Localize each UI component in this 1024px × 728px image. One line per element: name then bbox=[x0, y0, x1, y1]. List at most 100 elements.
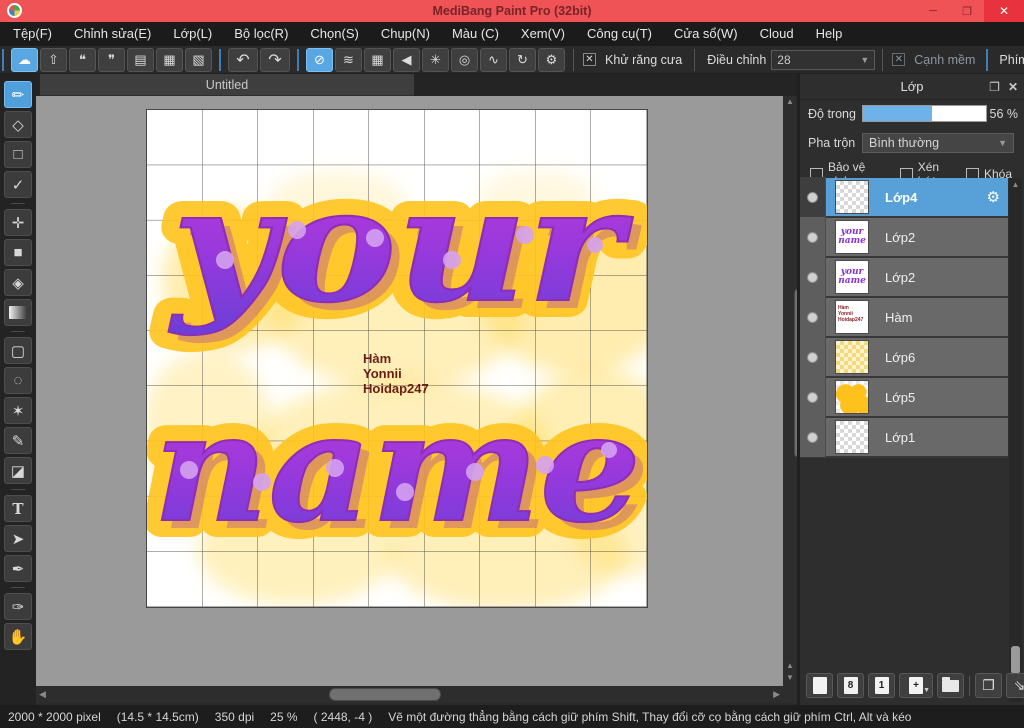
layer-visibility-cell[interactable] bbox=[800, 417, 826, 457]
menu-file[interactable]: Tệp(F) bbox=[2, 22, 63, 46]
text-tool[interactable]: T bbox=[4, 495, 32, 522]
close-icon[interactable]: ✕ bbox=[1008, 80, 1018, 94]
vertical-scrollbar[interactable]: ▲ ▲ ▼ bbox=[783, 96, 804, 686]
upload-button[interactable]: ⇧ bbox=[40, 47, 67, 72]
menu-tools[interactable]: Công cụ(T) bbox=[576, 22, 663, 46]
doc-list-button[interactable]: ▦ bbox=[156, 47, 183, 72]
maximize-button[interactable]: ❐ bbox=[950, 0, 984, 22]
layer-list-scrollbar[interactable]: ▲ ▼ bbox=[1009, 178, 1022, 702]
brush-tool[interactable]: ✏ bbox=[4, 81, 32, 108]
blend-dropdown[interactable]: Bình thường ▼ bbox=[862, 133, 1014, 153]
snap-curve-button[interactable]: ∿ bbox=[480, 47, 507, 72]
menu-layer[interactable]: Lớp(L) bbox=[162, 22, 223, 46]
footer-divider bbox=[969, 675, 970, 696]
scroll-down-icon[interactable]: ▲ bbox=[786, 660, 794, 672]
toolbar-divider bbox=[2, 48, 4, 71]
scroll-down-icon[interactable]: ▼ bbox=[786, 672, 794, 684]
snap-parallel-button[interactable]: ≋ bbox=[335, 47, 362, 72]
brush-icon: ✏ bbox=[11, 86, 25, 104]
duplicate-layer-button[interactable]: ❐ bbox=[975, 673, 1002, 698]
snap-radial-button[interactable]: ✳ bbox=[422, 47, 449, 72]
snap-concentric-button[interactable]: ◎ bbox=[451, 47, 478, 72]
comment-button[interactable]: ❞ bbox=[98, 47, 125, 72]
scroll-right-icon[interactable]: ▶ bbox=[773, 688, 780, 701]
document-tab[interactable]: Untitled bbox=[40, 74, 414, 96]
antialias-checkbox[interactable]: ✕ bbox=[583, 53, 596, 66]
select-eraser-tool[interactable]: ◪ bbox=[4, 457, 32, 484]
scroll-up-icon[interactable]: ▲ bbox=[786, 96, 794, 108]
menu-window[interactable]: Cửa sổ(W) bbox=[663, 22, 749, 46]
chat-button[interactable]: ❝ bbox=[69, 47, 96, 72]
layer-row[interactable]: your name Lớp2 bbox=[800, 257, 1008, 298]
snap-vanishing-button[interactable]: ◀ bbox=[393, 47, 420, 72]
menu-edit[interactable]: Chỉnh sửa(E) bbox=[63, 22, 162, 46]
snap-settings-button[interactable]: ⚙ bbox=[538, 47, 565, 72]
layer-scroll-thumb[interactable] bbox=[1011, 646, 1020, 674]
snap-grid-button[interactable]: ▦ bbox=[364, 47, 391, 72]
soft-edge-checkbox[interactable]: ✕ bbox=[892, 53, 906, 66]
snap-off-button[interactable]: ⊘ bbox=[306, 47, 333, 72]
doc-edit-button[interactable]: ▧ bbox=[185, 47, 212, 72]
layer-row[interactable]: your name Lớp2 bbox=[800, 217, 1008, 258]
layer-row[interactable]: Lớp1 bbox=[800, 417, 1008, 458]
canvas-document[interactable]: your your your name name name Hàm Yonnii… bbox=[136, 109, 682, 610]
hand-tool[interactable]: ✋ bbox=[4, 623, 32, 650]
add-layer-menu-button[interactable]: + ▼ bbox=[899, 673, 933, 698]
scroll-left-icon[interactable]: ◀ bbox=[39, 688, 46, 701]
magic-wand-tool[interactable]: ✶ bbox=[4, 397, 32, 424]
lasso-select-tool[interactable]: ◌ bbox=[4, 367, 32, 394]
layer-visibility-cell[interactable] bbox=[800, 177, 826, 217]
menu-filter[interactable]: Bộ lọc(R) bbox=[223, 22, 299, 46]
select-pen-tool[interactable]: ✎ bbox=[4, 427, 32, 454]
menu-select[interactable]: Chọn(S) bbox=[299, 22, 369, 46]
marquee-select-tool[interactable]: ▢ bbox=[4, 337, 32, 364]
layer-row[interactable]: Lớp4 ⚙ bbox=[800, 177, 1008, 218]
layer-settings-gear-icon[interactable]: ⚙ bbox=[987, 188, 1000, 206]
layer-row[interactable]: Hàm Yonnii Hoidap247 Hàm bbox=[800, 297, 1008, 338]
operation-tool[interactable]: ➤ bbox=[4, 525, 32, 552]
horizontal-scrollbar[interactable]: ◀ ▶ bbox=[36, 686, 783, 703]
layer-visibility-cell[interactable] bbox=[800, 257, 826, 297]
new-1bit-layer-button[interactable]: 1 bbox=[868, 673, 895, 698]
layer-visibility-cell[interactable] bbox=[800, 217, 826, 257]
layer-visibility-cell[interactable] bbox=[800, 377, 826, 417]
scroll-up-icon[interactable]: ▲ bbox=[1009, 180, 1022, 189]
eyedropper-tool[interactable]: ✑ bbox=[4, 593, 32, 620]
move-tool[interactable]: ✛ bbox=[4, 209, 32, 236]
layer-row[interactable]: Lớp5 bbox=[800, 377, 1008, 418]
menu-snap[interactable]: Chụp(N) bbox=[370, 22, 441, 46]
fill-rect-tool[interactable]: ■ bbox=[4, 239, 32, 266]
layer-visibility-cell[interactable] bbox=[800, 297, 826, 337]
app-logo-icon bbox=[7, 3, 22, 18]
bucket-tool[interactable]: ◈ bbox=[4, 269, 32, 296]
layer-visibility-cell[interactable] bbox=[800, 337, 826, 377]
toolbar-divider bbox=[297, 48, 299, 71]
document-button[interactable]: ▤ bbox=[127, 47, 154, 72]
shape-brush-tool[interactable]: □ bbox=[4, 141, 32, 168]
new-layer-button[interactable] bbox=[806, 673, 833, 698]
eraser-tool[interactable]: ◇ bbox=[4, 111, 32, 138]
new-8bit-layer-button[interactable]: 8 bbox=[837, 673, 864, 698]
chat-icon: ❝ bbox=[79, 51, 86, 67]
menu-cloud[interactable]: Cloud bbox=[749, 22, 805, 46]
opacity-slider[interactable] bbox=[862, 105, 987, 122]
menu-color[interactable]: Màu (C) bbox=[441, 22, 510, 46]
menu-view[interactable]: Xem(V) bbox=[510, 22, 576, 46]
visibility-dot-icon bbox=[807, 431, 818, 443]
gradient-tool[interactable] bbox=[4, 299, 32, 326]
layer-row[interactable]: Lớp6 bbox=[800, 337, 1008, 378]
new-folder-button[interactable] bbox=[937, 673, 964, 698]
undo-button[interactable]: ↶ bbox=[228, 47, 258, 72]
merge-layer-button[interactable]: ⇘ bbox=[1006, 673, 1024, 698]
pen-tool[interactable]: ✒ bbox=[4, 555, 32, 582]
menu-help[interactable]: Help bbox=[805, 22, 854, 46]
minimize-button[interactable]: ─ bbox=[916, 0, 950, 22]
close-button[interactable]: ✕ bbox=[984, 0, 1024, 22]
cloud-sync-button[interactable]: ☁ bbox=[11, 47, 38, 72]
adjust-dropdown[interactable]: 28 ▼ bbox=[771, 49, 876, 70]
popout-icon[interactable]: ❐ bbox=[989, 80, 1000, 94]
polyline-tool[interactable]: ✓ bbox=[4, 171, 32, 198]
snap-rotate-button[interactable]: ↻ bbox=[509, 47, 536, 72]
horizontal-scroll-thumb[interactable] bbox=[329, 688, 441, 701]
redo-button[interactable]: ↷ bbox=[260, 47, 290, 72]
